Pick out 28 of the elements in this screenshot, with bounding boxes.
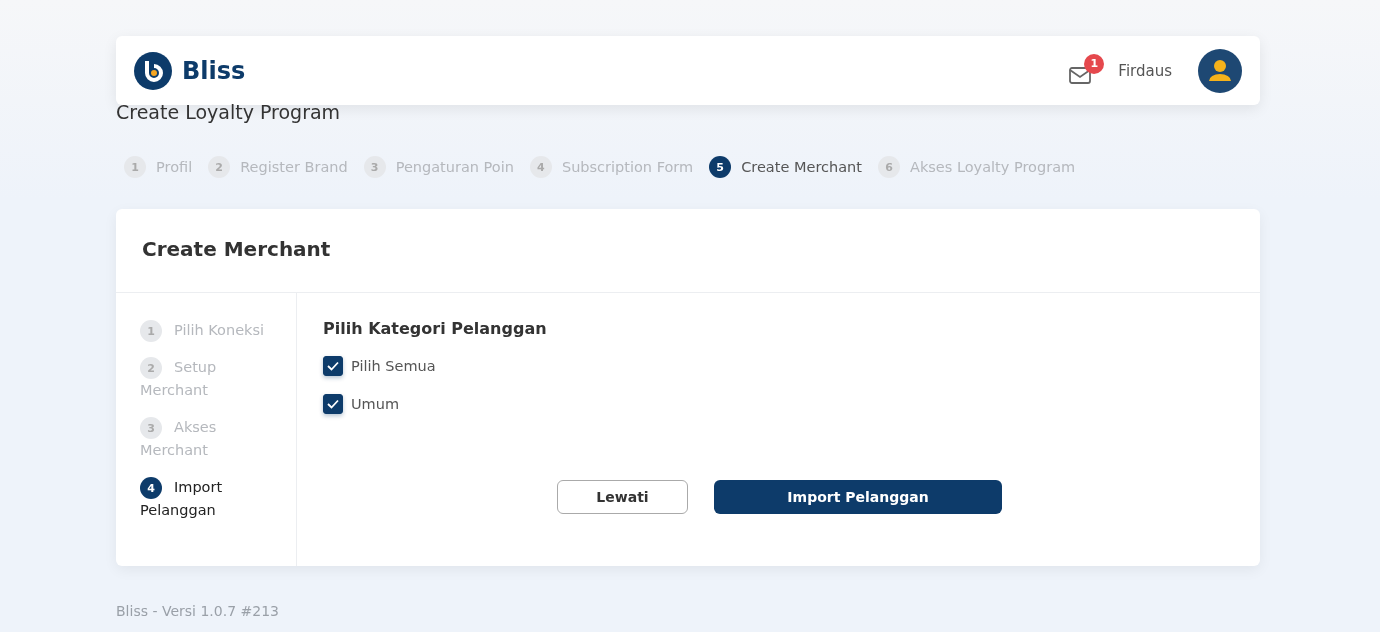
stepper-step: 3 Pengaturan Poin — [363, 156, 514, 178]
stepper-step: 6 Akses Loyalty Program — [877, 156, 1076, 178]
checkbox-label: Umum — [351, 396, 400, 412]
page-title: Create Loyalty Program — [116, 101, 342, 123]
checkbox[interactable] — [323, 356, 343, 376]
avatar-icon[interactable] — [1198, 48, 1242, 93]
version-text: Bliss - Versi 1.0.7 #213 — [116, 603, 280, 619]
stepper-step: 1 Profil — [124, 156, 193, 178]
skip-button[interactable]: Lewati — [557, 480, 688, 514]
stepper-step: 5 Create Merchant — [709, 156, 862, 178]
section-title: Pilih Kategori Pelanggan — [323, 319, 548, 338]
substep: 1 Pilih Koneksi — [140, 319, 272, 342]
stepper-step: 2 Register Brand — [208, 156, 348, 178]
logo-icon — [134, 51, 172, 90]
mail-button[interactable]: 1 — [1068, 53, 1105, 88]
substep: 4 Import Pelanggan — [140, 476, 224, 520]
substep: 2 Setup Merchant — [140, 356, 218, 400]
substep: 3 Akses Merchant — [140, 416, 218, 460]
check-icon — [327, 399, 339, 409]
import-button[interactable]: Import Pelanggan — [714, 480, 1002, 514]
check-icon — [327, 361, 339, 371]
checkbox[interactable] — [323, 394, 343, 414]
user-name: Firdaus — [1118, 61, 1172, 80]
notification-badge: 1 — [1084, 53, 1105, 74]
stepper-step: 4 Subscription Form — [529, 156, 694, 178]
brand-name: Bliss — [182, 56, 246, 85]
card-title: Create Merchant — [116, 209, 1260, 293]
checkbox-label: Pilih Semua — [351, 358, 436, 374]
